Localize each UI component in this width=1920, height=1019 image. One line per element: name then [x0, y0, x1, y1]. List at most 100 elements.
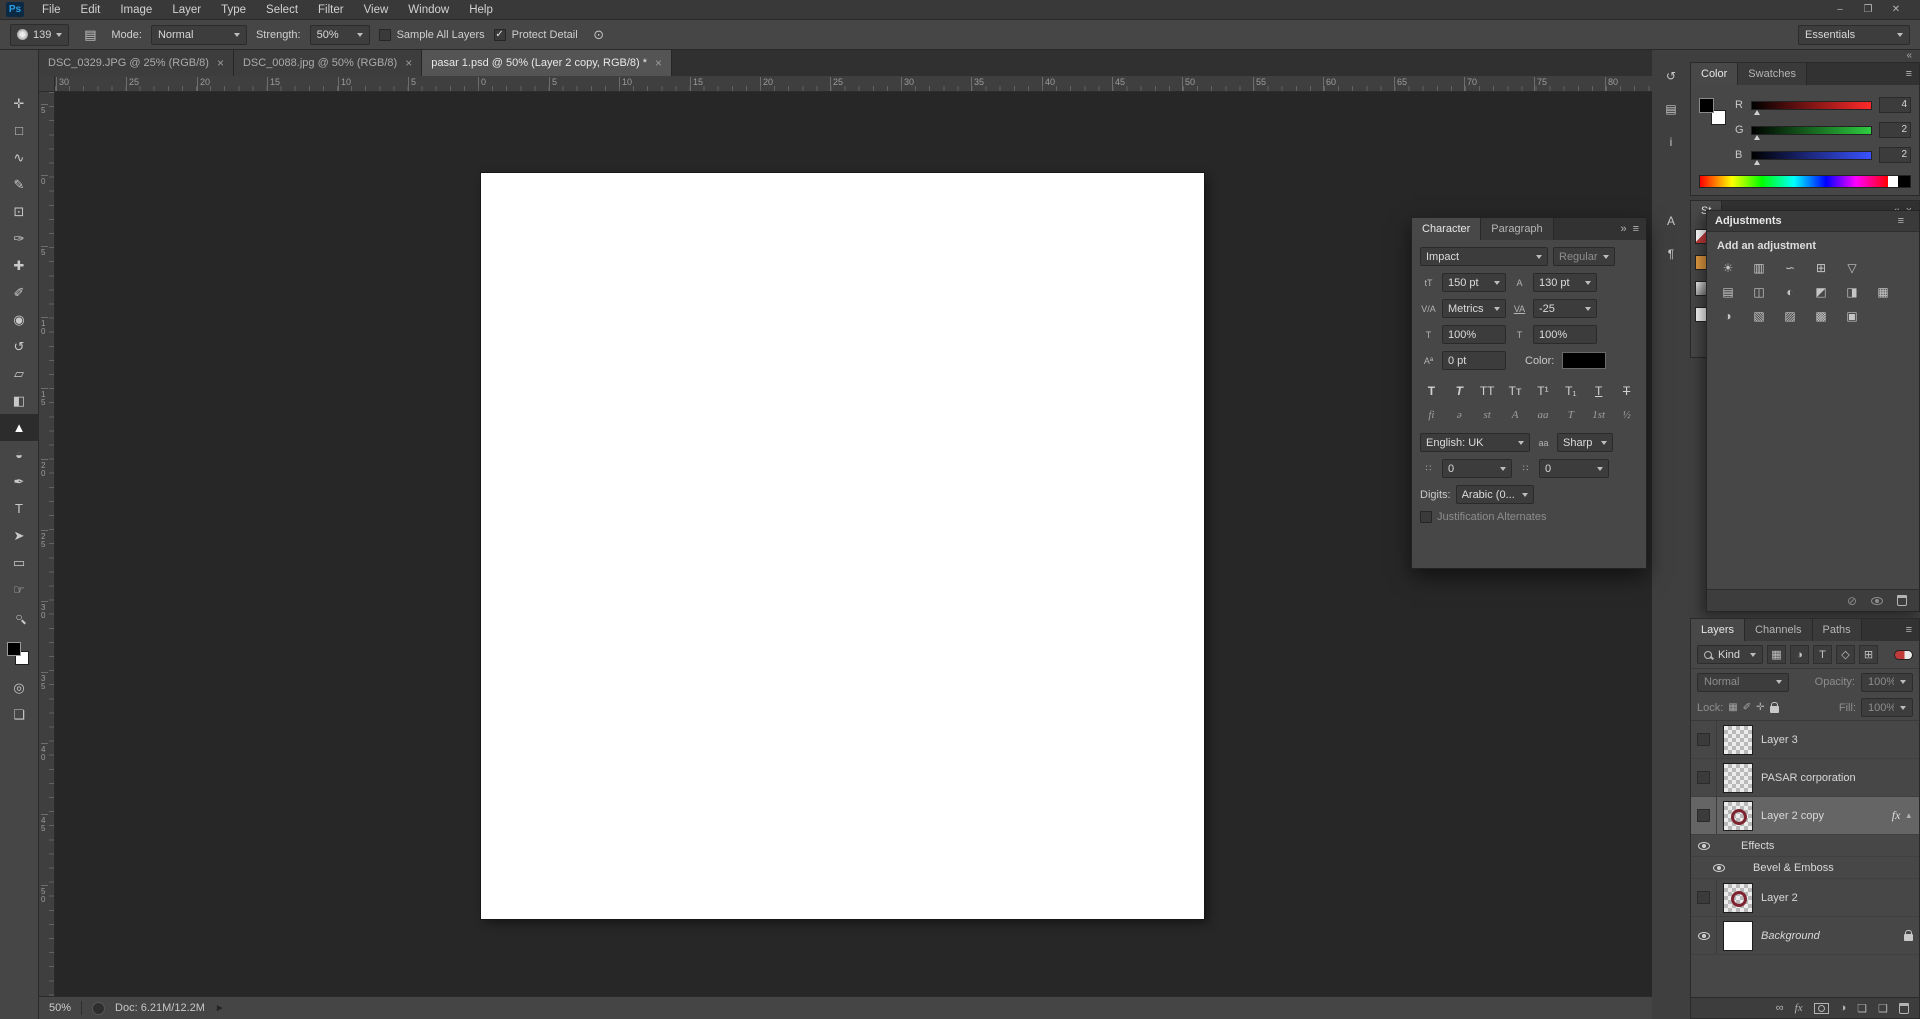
- paragraph-panel-icon[interactable]: ¶: [1658, 242, 1684, 266]
- layer-row-layer-2[interactable]: Layer 2: [1691, 879, 1919, 917]
- dodge-tool[interactable]: ◒: [0, 441, 39, 468]
- new-adjustment-layer-icon[interactable]: ◑: [1840, 1002, 1847, 1014]
- ligatures-button[interactable]: fi: [1420, 407, 1443, 423]
- delete-icon[interactable]: [1897, 595, 1907, 606]
- layer-name[interactable]: PASAR corporation: [1761, 772, 1856, 784]
- visibility-checkbox[interactable]: [1697, 733, 1710, 746]
- kashida-right-select[interactable]: 0: [1539, 459, 1609, 478]
- quick-selection-tool[interactable]: ✎: [0, 171, 39, 198]
- tab-channels[interactable]: Channels: [1745, 619, 1813, 641]
- visibility-toggle[interactable]: [1691, 917, 1717, 954]
- leading-select[interactable]: 130 pt: [1533, 273, 1597, 292]
- add-layer-mask-icon[interactable]: [1813, 1002, 1829, 1014]
- filter-type-select[interactable]: Kind: [1697, 645, 1763, 664]
- layer-name[interactable]: Layer 3: [1761, 734, 1798, 746]
- document-tab-3-active[interactable]: pasar 1.psd @ 50% (Layer 2 copy, RGB/8) …: [422, 50, 673, 76]
- layer-effects-badge[interactable]: fx: [1892, 808, 1901, 823]
- tab-swatches[interactable]: Swatches: [1738, 63, 1807, 85]
- lock-all-icon[interactable]: [1769, 701, 1779, 713]
- green-slider[interactable]: [1751, 125, 1872, 140]
- blend-mode-select[interactable]: Normal: [1697, 672, 1789, 692]
- tool-preset-picker[interactable]: 139: [10, 23, 70, 46]
- text-color-swatch[interactable]: [1563, 353, 1606, 368]
- menu-filter[interactable]: Filter: [308, 0, 354, 19]
- filter-pixel-layers-icon[interactable]: ▦: [1767, 645, 1786, 664]
- shape-tool[interactable]: ▭: [0, 549, 39, 576]
- baseline-shift-field[interactable]: 0 pt: [1442, 351, 1506, 370]
- photo-filter-icon[interactable]: ◩: [1808, 282, 1834, 302]
- spectrum-black[interactable]: [1898, 176, 1910, 187]
- layer-row-pasar-corporation[interactable]: PASAR corporation: [1691, 759, 1919, 797]
- layer-thumbnail[interactable]: [1723, 882, 1753, 913]
- status-menu-arrow-icon[interactable]: ►: [215, 1003, 225, 1014]
- contextual-alternates-button[interactable]: ə: [1448, 407, 1471, 423]
- curves-icon[interactable]: ∽: [1777, 258, 1803, 278]
- marquee-tool[interactable]: □: [0, 117, 39, 144]
- delete-layer-icon[interactable]: [1899, 1002, 1909, 1014]
- visibility-toggle[interactable]: [1691, 759, 1717, 796]
- properties-panel-icon[interactable]: ▤: [1658, 97, 1684, 121]
- underline-button[interactable]: T: [1587, 382, 1610, 400]
- lasso-tool[interactable]: ∿: [0, 144, 39, 171]
- quick-mask-button[interactable]: ◎: [0, 674, 39, 701]
- clip-to-layer-icon[interactable]: ⊘: [1847, 594, 1857, 608]
- color-lookup-icon[interactable]: ▦: [1870, 282, 1896, 302]
- airbrush-button[interactable]: ⊙: [587, 24, 611, 46]
- healing-brush-tool[interactable]: ✚: [0, 252, 39, 279]
- layer-thumbnail[interactable]: [1723, 800, 1753, 831]
- menu-select[interactable]: Select: [256, 0, 308, 19]
- tab-adjustments[interactable]: Adjustments: [1715, 215, 1782, 227]
- layer-thumbnail[interactable]: [1723, 920, 1753, 951]
- visibility-checkbox[interactable]: [1697, 771, 1710, 784]
- tab-layers[interactable]: Layers: [1691, 619, 1746, 641]
- panel-menu-icon[interactable]: ≡: [1899, 619, 1919, 641]
- foreground-color-swatch[interactable]: [1699, 98, 1714, 113]
- layer-filter-toggle[interactable]: [1894, 649, 1913, 660]
- type-tool[interactable]: T: [0, 495, 39, 522]
- expand-panel-icon[interactable]: »: [1620, 223, 1626, 235]
- filter-type-layers-icon[interactable]: T: [1813, 645, 1832, 664]
- brush-tool[interactable]: ✐: [0, 279, 39, 306]
- document-tab-2[interactable]: DSC_0088.jpg @ 50% (RGB/8) ×: [233, 50, 423, 76]
- new-layer-icon[interactable]: ❑: [1878, 1002, 1888, 1015]
- clone-stamp-tool[interactable]: ◉: [0, 306, 39, 333]
- filter-smart-objects-icon[interactable]: ⊞: [1859, 645, 1878, 664]
- swash-button[interactable]: A: [1504, 407, 1527, 423]
- slider-thumb-icon[interactable]: [1754, 159, 1760, 165]
- foreground-background-colors[interactable]: [0, 638, 39, 674]
- move-tool[interactable]: ✛: [0, 90, 39, 117]
- visibility-checkbox[interactable]: [1697, 891, 1710, 904]
- tab-color[interactable]: Color: [1691, 63, 1739, 85]
- small-caps-button[interactable]: Tᴛ: [1504, 382, 1527, 400]
- tracking-select[interactable]: -25: [1533, 299, 1597, 318]
- brightness-contrast-icon[interactable]: ☀: [1715, 258, 1741, 278]
- filter-adjustment-layers-icon[interactable]: ◑: [1790, 645, 1809, 664]
- layer-thumbnail[interactable]: [1723, 724, 1753, 755]
- tab-paths[interactable]: Paths: [1812, 619, 1862, 641]
- threshold-icon[interactable]: ▨: [1777, 306, 1803, 326]
- collapse-panels-icon[interactable]: «: [1906, 51, 1912, 61]
- status-knob-icon[interactable]: [92, 1001, 106, 1015]
- bevel-emboss-row[interactable]: Bevel & Emboss: [1691, 857, 1919, 879]
- blue-value-field[interactable]: 2: [1879, 147, 1911, 163]
- exposure-icon[interactable]: ⊞: [1808, 258, 1834, 278]
- strikethrough-button[interactable]: T: [1615, 382, 1638, 400]
- sample-all-layers-checkbox[interactable]: [378, 28, 391, 41]
- menu-view[interactable]: View: [354, 0, 399, 19]
- justification-alternates-checkbox[interactable]: [1420, 511, 1432, 523]
- foreground-color-well[interactable]: [1699, 98, 1726, 125]
- visibility-toggle[interactable]: [1691, 721, 1717, 758]
- superscript-button[interactable]: T¹: [1532, 382, 1555, 400]
- red-value-field[interactable]: 4: [1879, 97, 1911, 113]
- screen-mode-button[interactable]: ❏: [0, 701, 39, 728]
- color-spectrum-bar[interactable]: [1699, 175, 1911, 188]
- workspace-switcher[interactable]: Essentials: [1798, 24, 1910, 45]
- visibility-icon[interactable]: [1713, 863, 1725, 872]
- filter-shape-layers-icon[interactable]: ◇: [1836, 645, 1855, 664]
- tab-character[interactable]: Character: [1412, 218, 1482, 240]
- close-icon[interactable]: ×: [217, 56, 224, 70]
- levels-icon[interactable]: ▥: [1746, 258, 1772, 278]
- all-caps-button[interactable]: TT: [1476, 382, 1499, 400]
- panel-menu-icon[interactable]: ≡: [1633, 223, 1639, 235]
- close-icon[interactable]: ×: [655, 56, 662, 70]
